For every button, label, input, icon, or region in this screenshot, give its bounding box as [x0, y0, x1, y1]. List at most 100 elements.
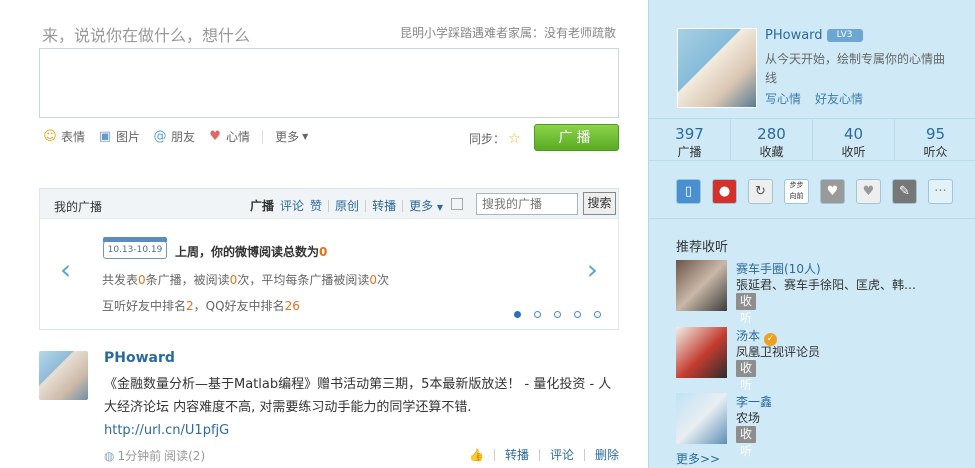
my-broadcast-title: 我的广播	[54, 200, 103, 214]
recommend-name[interactable]: 赛车手圈(10人)	[736, 260, 821, 277]
stat-text: 条广播，被阅读	[145, 273, 230, 287]
follow-button[interactable]: 收听	[736, 426, 757, 458]
post-time[interactable]: 1分钟前	[117, 447, 161, 464]
emoji-label: 表情	[61, 130, 86, 144]
mood-tool[interactable]: ♥ 心情	[207, 128, 250, 145]
profile-avatar[interactable]	[677, 28, 757, 108]
tab-original[interactable]: 原创	[335, 197, 359, 214]
write-mood-link[interactable]: 写心情	[765, 90, 801, 107]
refresh-icon[interactable]: ↻	[748, 179, 773, 204]
recommend-name[interactable]: 李一鑫	[736, 393, 772, 410]
caret-down-icon: ▼	[436, 203, 444, 212]
rank-text: ，QQ好友中排名	[193, 299, 285, 313]
level-badge[interactable]: LV3	[826, 29, 863, 42]
stat-followers[interactable]: 95 听众	[895, 119, 975, 160]
action-divider	[493, 448, 495, 461]
tab-divider	[365, 199, 367, 212]
post-actions: 👍 转播 评论 删除	[469, 446, 619, 463]
more-label: 更多	[275, 130, 300, 144]
thumbs-up-icon[interactable]: 👍	[469, 448, 484, 462]
globe-icon: ◍	[104, 448, 115, 463]
stat-broadcast[interactable]: 397 广播	[649, 119, 731, 160]
carousel-dot[interactable]	[574, 311, 581, 318]
avatar[interactable]	[676, 260, 727, 311]
repost-button[interactable]: 转播	[505, 446, 529, 463]
comment-button[interactable]: 评论	[550, 446, 574, 463]
tab-comment[interactable]: 评论	[280, 197, 304, 214]
stat-favorites[interactable]: 280 收藏	[731, 119, 813, 160]
emoji-tool[interactable]: ☺ 表情	[42, 128, 85, 145]
profile-name[interactable]: PHoward	[765, 28, 823, 43]
weekly-summary-label: 上周，你的微博阅读总数为	[175, 245, 320, 259]
search-button[interactable]: 搜索	[583, 192, 616, 215]
image-icon: ▣	[98, 128, 112, 144]
more-recommend-link[interactable]: 更多>>	[676, 450, 720, 467]
carousel-dots	[514, 311, 601, 318]
stat-value: 397	[675, 125, 704, 143]
compose-toolbar: ☺ 表情 ▣ 图片 @ 朋友 ♥ 心情 更多 ▼	[42, 128, 308, 145]
ranking-line: 互听好友中排名2，QQ好友中排名26	[102, 297, 300, 314]
steps-icon[interactable]: 步步 向前	[784, 179, 809, 204]
follow-all-button[interactable]: 收听全部	[736, 293, 757, 359]
sidebar-divider	[649, 218, 975, 219]
tab-more[interactable]: 更多 ▼	[409, 197, 443, 214]
post-link[interactable]: http://url.cn/U1pfjG	[104, 423, 229, 438]
post-meta: ◍ 1分钟前 阅读(2)	[104, 447, 205, 464]
stat-label: 收藏	[759, 145, 784, 159]
heart-icon[interactable]: ♥	[820, 179, 845, 204]
post-author[interactable]: PHoward	[104, 350, 175, 366]
stat-text: 共发表	[102, 273, 139, 287]
image-tool[interactable]: ▣ 图片	[97, 128, 140, 145]
tab-like[interactable]: 赞	[310, 197, 322, 214]
weekly-summary-title: 上周，你的微博阅读总数为0	[175, 243, 327, 260]
chevron-right-icon[interactable]: ›	[587, 253, 598, 286]
carousel-dot[interactable]	[554, 311, 561, 318]
bell-icon[interactable]: ●	[712, 179, 737, 204]
delete-button[interactable]: 删除	[595, 446, 619, 463]
compose-textarea[interactable]	[39, 48, 619, 118]
caret-down-icon: ▼	[302, 132, 309, 141]
tools-icon[interactable]: ✎	[892, 179, 917, 204]
rank-value: 2	[186, 299, 194, 313]
recommend-title: 推荐收听	[676, 240, 729, 255]
post-body: 《金融数量分析—基于Matlab编程》赠书活动第三期，5本最新版放送！ - 量化…	[104, 373, 619, 442]
tab-broadcast[interactable]: 广播	[250, 197, 274, 214]
friend-mood-link[interactable]: 好友心情	[815, 90, 863, 107]
weekly-stats-line: 共发表0条广播，被阅读0次，平均每条广播被阅读0次	[102, 271, 389, 288]
more-tools[interactable]: 更多 ▼	[275, 128, 308, 145]
sidebar: PHoward LV3 从今天开始，绘制专属你的心情曲线 写心情 好友心情 39…	[648, 0, 975, 468]
stat-value: 280	[757, 125, 786, 143]
sync-option[interactable]: 同步： ☆	[469, 130, 521, 147]
more-icon[interactable]: ···	[928, 179, 953, 204]
stat-value: 95	[925, 125, 946, 143]
phone-icon[interactable]: ▯	[676, 179, 701, 204]
chevron-left-icon[interactable]: ‹	[60, 253, 71, 286]
tab-repost[interactable]: 转播	[372, 197, 396, 214]
recommend-desc: 凤凰卫视评论员	[736, 345, 821, 359]
avatar[interactable]	[676, 327, 727, 378]
rank-value: 26	[284, 299, 300, 313]
stat-text: 次	[376, 273, 389, 287]
mood-label: 心情	[226, 130, 251, 144]
tab-more-label: 更多	[409, 199, 434, 213]
stat-following[interactable]: 40 收听	[813, 119, 895, 160]
carousel-dot[interactable]	[534, 311, 541, 318]
profile-name-row: PHoward LV3	[765, 28, 863, 43]
recommend-desc: 張延君、赛车手徐阳、匡虎、韩…	[736, 278, 917, 292]
post-reads: 阅读(2)	[164, 449, 206, 463]
friend-tool[interactable]: @ 朋友	[152, 128, 196, 145]
broadcast-search-input[interactable]	[476, 193, 578, 215]
follow-button[interactable]: 收听	[736, 360, 757, 392]
recommend-desc: 农场	[736, 411, 761, 425]
mood-slogan: 从今天开始，绘制专属你的心情曲线	[765, 52, 946, 85]
carousel-dot[interactable]	[594, 311, 601, 318]
heart-outline-icon[interactable]: ♥	[856, 179, 881, 204]
carousel-dot[interactable]	[514, 311, 521, 318]
star-icon: ☆	[508, 130, 521, 147]
my-broadcast-header: 我的广播 广播 评论 赞 原创 转播 更多 ▼ 搜索	[40, 189, 618, 219]
avatar[interactable]	[676, 393, 727, 444]
post-button[interactable]: 广播	[534, 124, 619, 151]
avatar[interactable]	[39, 351, 88, 400]
calendar-icon[interactable]	[451, 198, 463, 210]
hot-topic-link[interactable]: 昆明小学踩踏遇难者家属：没有老师疏散	[400, 24, 616, 41]
